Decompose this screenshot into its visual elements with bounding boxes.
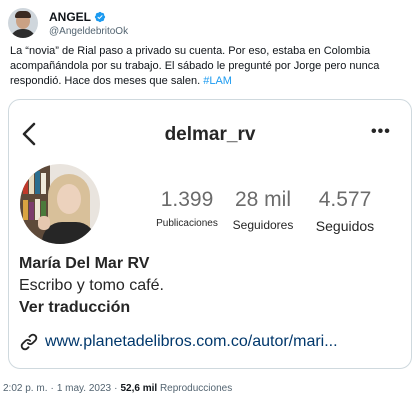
stat-posts[interactable]: 1.399 Publicaciones <box>152 188 222 229</box>
tweet-card: ANGEL @AngeldebritoOk La “novia” de Rial… <box>0 0 420 407</box>
bio-full-name: María Del Mar RV <box>19 255 150 272</box>
link-icon <box>20 333 38 351</box>
stat-following[interactable]: 4.577 Seguidos <box>305 188 385 234</box>
stat-following-count: 4.577 <box>318 188 372 211</box>
views-count: 52,6 mil <box>120 383 158 394</box>
profile-link-url[interactable]: www.planetadelibros.com.co/autor/mari... <box>45 333 338 351</box>
stat-followers[interactable]: 28 mil Seguidores <box>227 188 299 232</box>
tweet-body: La “novia” de Rial paso a privado su cue… <box>10 45 380 87</box>
verified-badge-icon <box>94 11 106 22</box>
stat-followers-label: Seguidores <box>232 218 294 232</box>
author-handle[interactable]: @AngeldebritoOk <box>49 26 128 37</box>
author-avatar[interactable] <box>8 8 38 38</box>
profile-username: delmar_rv <box>164 124 256 145</box>
hashtag-link[interactable]: #LAM <box>203 75 232 87</box>
views-label: Reproducciones <box>159 383 233 394</box>
tweet-date[interactable]: 1 may. 2023 <box>57 383 111 394</box>
tweet-time[interactable]: 2:02 p. m. <box>3 383 47 394</box>
stat-posts-count: 1.399 <box>160 188 214 211</box>
footer-separator: · <box>50 383 54 394</box>
tweet-header: ANGEL @AngeldebritoOk <box>8 5 128 41</box>
tweet-media-screenshot[interactable]: delmar_rv ••• 1.399 Publicaciones 28 mil… <box>8 99 412 369</box>
footer-separator-2: · <box>114 383 118 394</box>
tweet-text: La “novia” de Rial paso a privado su cue… <box>10 44 406 89</box>
profile-avatar <box>20 164 100 244</box>
stat-following-label: Seguidos <box>315 218 375 234</box>
author-display-name[interactable]: ANGEL <box>49 10 91 24</box>
profile-link[interactable]: www.planetadelibros.com.co/autor/mari... <box>19 332 399 352</box>
author-names: ANGEL @AngeldebritoOk <box>49 10 128 37</box>
stat-posts-label: Publicaciones <box>156 218 218 229</box>
stat-followers-count: 28 mil <box>234 188 292 211</box>
more-options-icon: ••• <box>371 123 391 140</box>
profile-bio: María Del Mar RV Escribo y tomo café. Ve… <box>19 253 399 319</box>
bio-text: Escribo y tomo café. <box>19 277 164 294</box>
tweet-footer: 2:02 p. m. · 1 may. 2023 · 52,6 mil Reproduc… <box>3 383 232 394</box>
see-translation-link[interactable]: Ver traducción <box>19 297 399 319</box>
